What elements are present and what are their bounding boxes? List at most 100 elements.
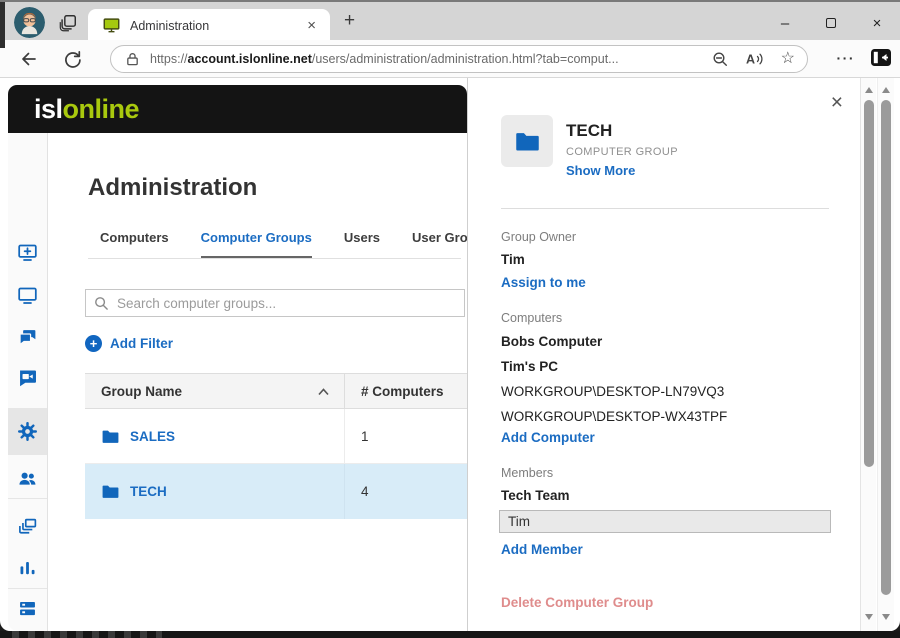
members-label: Members	[501, 466, 553, 480]
sidebar-item-remote-desktop[interactable]	[8, 272, 47, 318]
refresh-icon[interactable]	[62, 49, 82, 69]
search-input[interactable]	[117, 296, 456, 311]
plus-circle-icon: +	[85, 335, 102, 352]
computer-item: Tim's PC	[501, 359, 558, 374]
column-num-computers[interactable]: # Computers	[345, 374, 467, 408]
panel-scrollbar	[860, 78, 876, 631]
tab-close-icon[interactable]: ×	[303, 17, 320, 34]
settings-menu-icon[interactable]: ···	[837, 50, 856, 66]
add-computer-link[interactable]: Add Computer	[501, 430, 595, 445]
show-more-link[interactable]: Show More	[566, 163, 635, 178]
group-name: SALES	[130, 429, 175, 444]
minimize-button[interactable]: –	[762, 4, 808, 42]
folder-icon	[101, 483, 120, 500]
panel-group-name: TECH	[566, 121, 612, 141]
table-row-tech[interactable]: TECH 4	[85, 464, 467, 519]
video-chat-icon	[17, 367, 38, 388]
sidebar-item-users[interactable]	[8, 455, 47, 501]
scroll-up-icon[interactable]	[865, 87, 873, 93]
scroll-up-icon[interactable]	[882, 87, 890, 93]
group-count: 1	[345, 409, 467, 463]
column-group-name[interactable]: Group Name	[85, 374, 345, 408]
tab-computers[interactable]: Computers	[100, 230, 169, 258]
sidebar-item-join-session[interactable]	[8, 229, 47, 275]
monitor-plus-icon	[17, 242, 38, 263]
page-scrollbar-thumb[interactable]	[881, 100, 891, 595]
sort-asc-icon	[317, 387, 330, 396]
taskbar-edge	[0, 631, 900, 638]
sidebar-toggle-icon[interactable]	[871, 49, 891, 66]
bar-chart-icon	[17, 558, 38, 579]
browser-toolbar: https://account.islonline.net/users/admi…	[0, 40, 900, 78]
new-tab-button[interactable]: +	[344, 10, 355, 32]
close-window-button[interactable]: ×	[854, 4, 900, 42]
scroll-down-icon[interactable]	[882, 614, 890, 620]
group-tile	[501, 115, 553, 167]
browser-window: Administration × + – × https://account.i…	[0, 0, 900, 638]
browser-tab[interactable]: Administration ×	[88, 9, 330, 42]
isl-online-header: islonline	[8, 85, 467, 133]
gear-icon	[17, 421, 38, 442]
folder-icon	[514, 130, 541, 153]
panel-close-icon[interactable]: ×	[831, 92, 843, 113]
sidebar-item-sessions[interactable]	[8, 504, 47, 550]
lock-icon	[125, 51, 140, 67]
add-member-link[interactable]: Add Member	[501, 542, 583, 557]
sidebar-item-video-call[interactable]	[8, 354, 47, 400]
tab-computer-groups[interactable]: Computer Groups	[201, 230, 312, 258]
maximize-button[interactable]	[808, 4, 854, 42]
column-group-name-label: Group Name	[101, 384, 182, 399]
workspaces-icon[interactable]	[58, 13, 78, 33]
address-bar[interactable]: https://account.islonline.net/users/admi…	[110, 45, 808, 73]
tab-users[interactable]: Users	[344, 230, 380, 258]
panel-group-type: COMPUTER GROUP	[566, 146, 678, 158]
computers-label: Computers	[501, 311, 562, 325]
address-bar-icons: A ☆	[712, 51, 795, 68]
panel-scrollbar-thumb[interactable]	[864, 100, 874, 467]
group-owner-label: Group Owner	[501, 230, 576, 244]
column-num-computers-label: # Computers	[361, 384, 444, 399]
url-host: account.islonline.net	[188, 52, 312, 66]
page-content: islonline	[0, 78, 900, 631]
table-header: Group Name # Computers	[85, 373, 467, 409]
url-text: https://account.islonline.net/users/admi…	[150, 52, 619, 66]
monitor-icon	[17, 285, 38, 306]
isl-favicon-icon	[102, 17, 121, 34]
sidebar-item-settings[interactable]	[8, 408, 47, 455]
sidebar-divider	[8, 498, 47, 499]
chat-bubbles-icon	[17, 327, 38, 348]
folder-icon	[101, 428, 120, 445]
search-box	[85, 289, 465, 317]
add-filter-button[interactable]: + Add Filter	[85, 335, 173, 352]
group-owner-value: Tim	[501, 252, 525, 267]
table-row-sales[interactable]: SALES 1	[85, 409, 467, 464]
tab-title: Administration	[130, 19, 303, 33]
computer-item: WORKGROUP\DESKTOP-LN79VQ3	[501, 384, 724, 399]
scroll-down-icon[interactable]	[865, 614, 873, 620]
panel-divider	[501, 208, 829, 209]
member-group-item: Tech Team	[501, 488, 570, 503]
logo-isl: isl	[34, 94, 63, 125]
browser-titlebar: Administration × + – ×	[0, 0, 900, 40]
back-icon[interactable]	[18, 49, 38, 69]
toolbar-right: ···	[837, 49, 892, 66]
computer-item: WORKGROUP\DESKTOP-WX43TPF	[501, 409, 727, 424]
group-name: TECH	[130, 484, 167, 499]
server-list-icon	[17, 598, 38, 619]
people-icon	[17, 468, 38, 489]
sidebar-item-domains[interactable]	[8, 585, 47, 631]
delete-computer-group-link[interactable]: Delete Computer Group	[501, 595, 653, 610]
read-aloud-icon[interactable]: A	[746, 51, 764, 67]
logo-online: online	[63, 94, 140, 125]
member-item-selected[interactable]: Tim	[499, 510, 831, 533]
computer-groups-table: Group Name # Computers SALES 1	[85, 373, 467, 519]
maximize-icon	[826, 18, 836, 28]
zoom-out-icon[interactable]	[712, 51, 729, 68]
window-controls: – ×	[762, 4, 900, 42]
url-scheme: https://	[150, 52, 188, 66]
assign-to-me-link[interactable]: Assign to me	[501, 275, 586, 290]
favorite-star-icon[interactable]: ☆	[781, 51, 795, 67]
group-count: 4	[345, 464, 467, 519]
profile-avatar[interactable]	[14, 7, 45, 38]
sidebar	[8, 133, 48, 631]
